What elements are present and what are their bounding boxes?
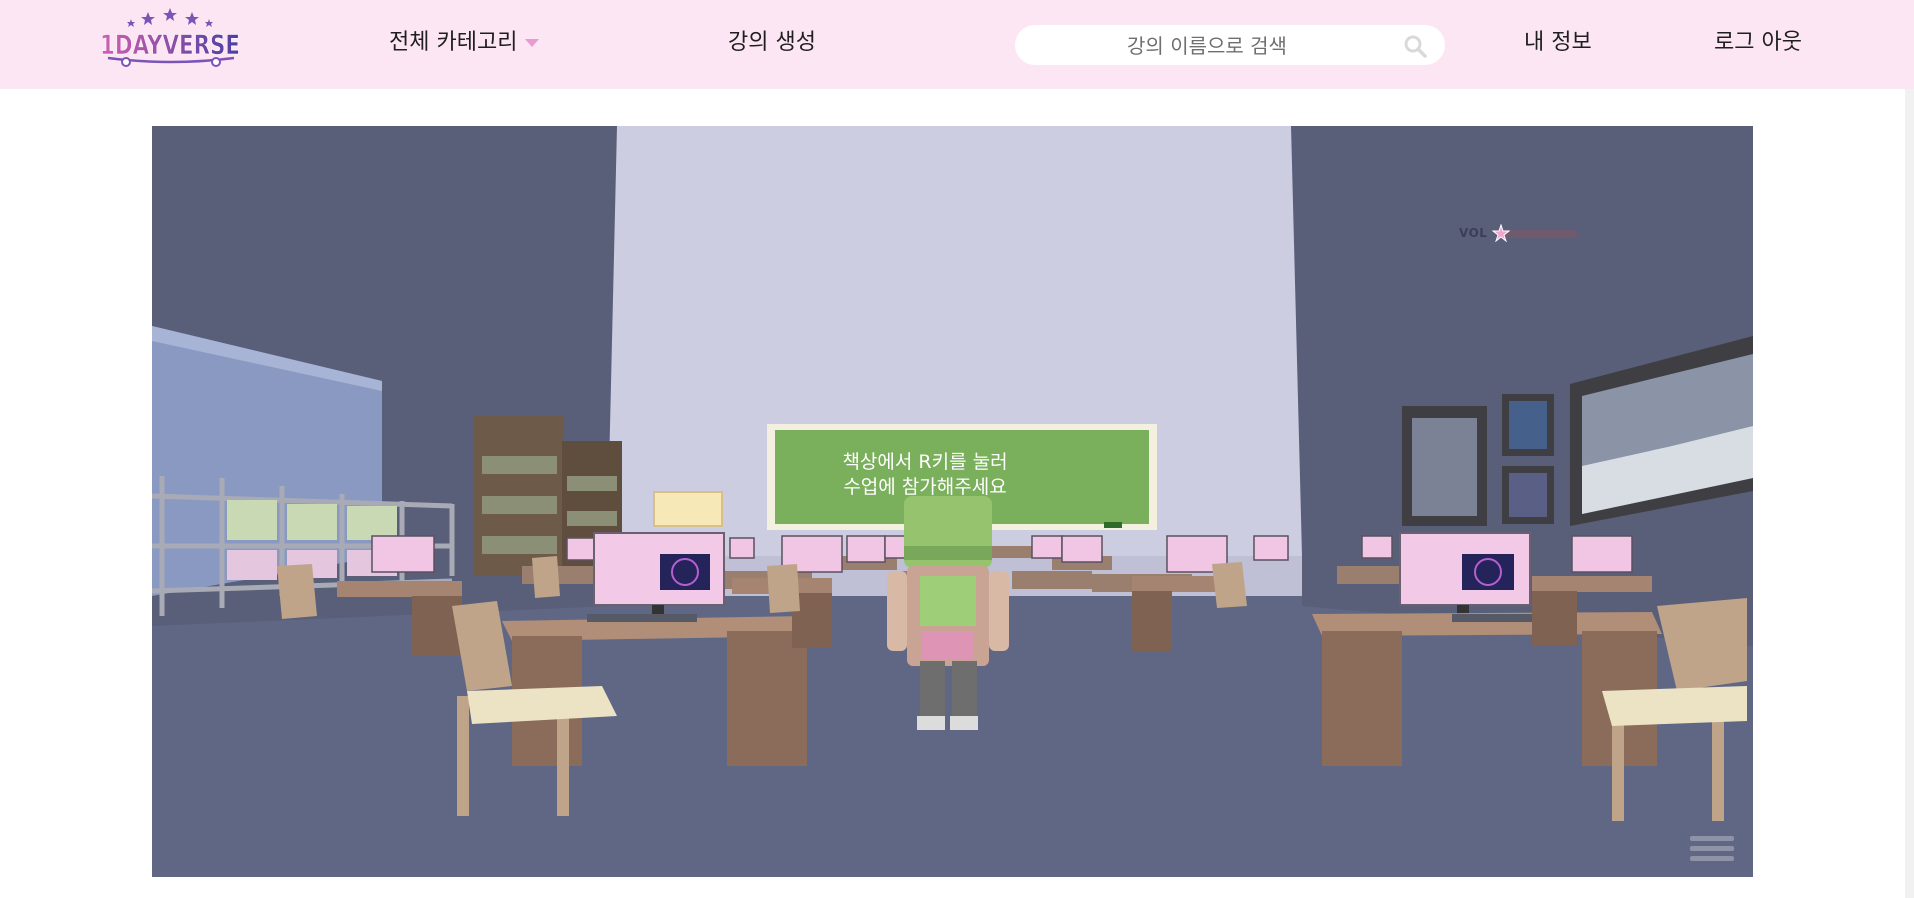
logout-link[interactable]: 로그 아웃 <box>1714 28 1802 58</box>
page-scrollbar[interactable] <box>1905 89 1914 898</box>
classroom-scene <box>152 126 1753 877</box>
search-icon[interactable] <box>1403 34 1427 58</box>
search-input[interactable] <box>1035 25 1379 67</box>
create-lecture-link[interactable]: 강의 생성 <box>728 28 816 58</box>
category-dropdown[interactable]: 전체 카테고리 <box>389 28 540 58</box>
category-label: 전체 카테고리 <box>389 30 518 55</box>
board-line-2: 수업에 참가해주세요 <box>843 476 1007 498</box>
volume-thumb-icon[interactable] <box>1492 224 1510 242</box>
search-bar <box>1015 25 1445 67</box>
instruction-board: 책상에서 R키를 눌러 수업에 참가해주세요 <box>775 450 1075 500</box>
board-line-1: 책상에서 R키를 눌러 <box>842 451 1008 473</box>
volume-label: VOL <box>1459 226 1488 240</box>
chevron-down-icon <box>525 39 540 47</box>
menu-icon[interactable] <box>1690 836 1734 862</box>
logo-wordmark: 1DAYVERSE <box>100 30 240 61</box>
game-viewport[interactable]: 책상에서 R키를 눌러 수업에 참가해주세요 VOL <box>152 126 1753 877</box>
top-navbar: 1DAYVERSE 전체 카테고리 강의 생성 내 정보 로그 아웃 <box>0 0 1914 89</box>
my-info-link[interactable]: 내 정보 <box>1524 28 1592 58</box>
site-logo[interactable]: 1DAYVERSE <box>98 6 244 72</box>
